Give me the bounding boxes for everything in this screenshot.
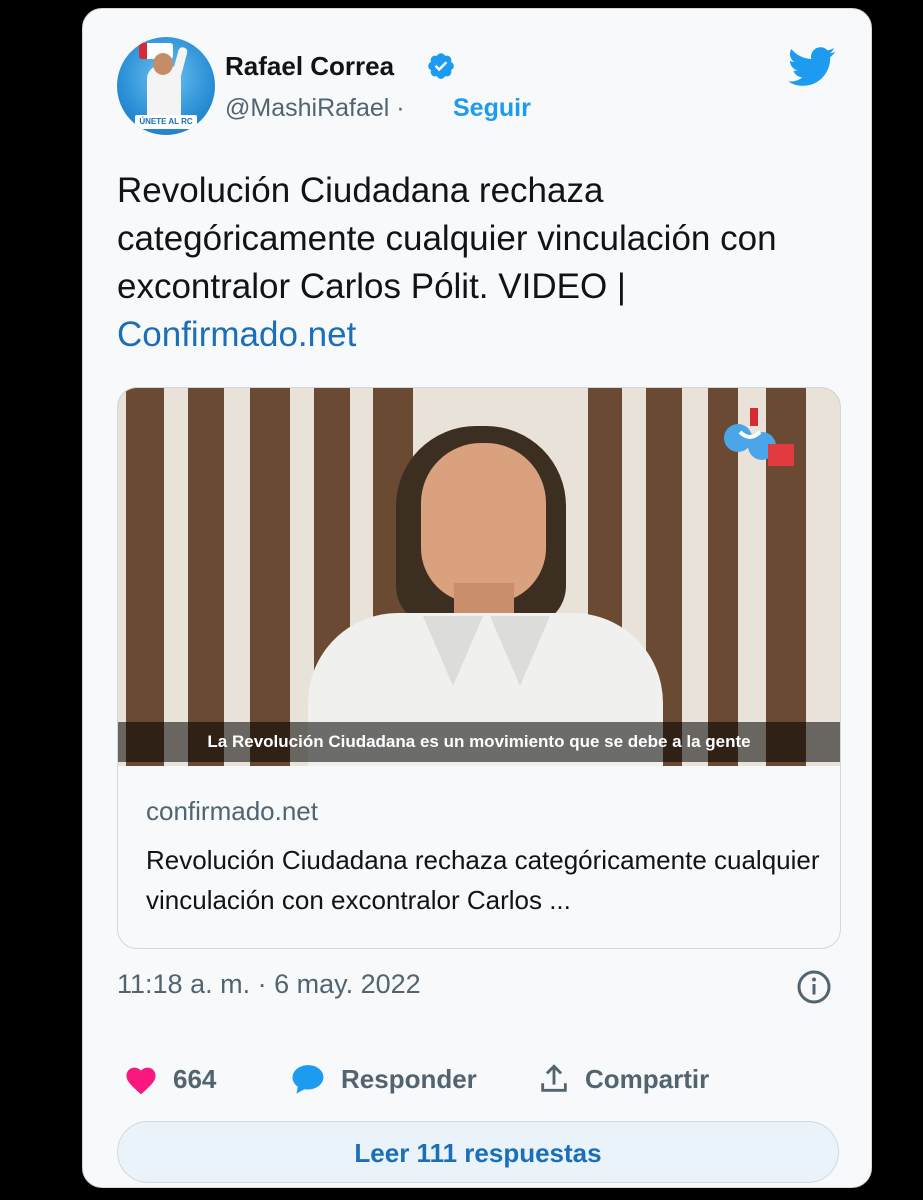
tweet-timestamp[interactable]: 11:18 a. m. · 6 may. 2022 [117,969,421,1000]
reply-button[interactable]: Responder [289,1059,477,1099]
author-handle[interactable]: @MashiRafael · [225,94,405,123]
author-avatar[interactable]: ÚNETE AL RC [117,37,215,135]
like-count: 664 [173,1063,217,1094]
read-replies-button[interactable]: Leer 111 respuestas [117,1121,839,1183]
like-button[interactable]: 664 [123,1059,216,1099]
info-icon[interactable] [796,969,832,1005]
tweet-text: Revolución Ciudadana rechaza categóricam… [117,167,847,359]
wood-slat [250,388,290,766]
wood-slat [126,388,164,766]
avatar-head [153,53,173,75]
avatar-tag: ÚNETE AL RC [135,115,197,129]
card-domain: confirmado.net [146,796,318,826]
heart-icon [126,1067,156,1095]
person-face [421,443,546,603]
card-title: Revolución Ciudadana rechaza categóricam… [146,845,820,915]
reply-label: Responder [341,1063,477,1094]
shirt-collar [490,616,550,686]
shirt-collar [423,616,483,686]
reply-bubble-icon [292,1065,324,1094]
follow-button[interactable]: Seguir [453,94,531,123]
share-label: Compartir [585,1063,710,1094]
video-subtitle: La Revolución Ciudadana es un movimiento… [118,722,840,762]
handle-text[interactable]: @MashiRafael [225,94,389,122]
twitter-bird-icon[interactable] [788,47,836,87]
verified-badge-icon [428,53,454,79]
tweet-link[interactable]: Confirmado.net [117,311,847,359]
tweet-card: ÚNETE AL RC Rafael Correa @MashiRafael ·… [82,8,872,1188]
share-button[interactable]: Compartir [537,1059,709,1099]
link-preview-card[interactable]: La Revolución Ciudadana es un movimiento… [117,387,841,949]
tweet-actions: 664 Responder Compartir [117,1059,837,1099]
avatar-arm [170,46,189,82]
handle-separator: · [396,94,405,122]
video-thumbnail[interactable]: La Revolución Ciudadana es un movimiento… [118,388,840,766]
wood-slat [188,388,224,766]
rc-logo-icon [724,408,794,466]
share-icon [541,1064,567,1092]
author-name[interactable]: Rafael Correa [225,51,394,82]
tweet-body: Revolución Ciudadana rechaza categóricam… [117,171,777,306]
